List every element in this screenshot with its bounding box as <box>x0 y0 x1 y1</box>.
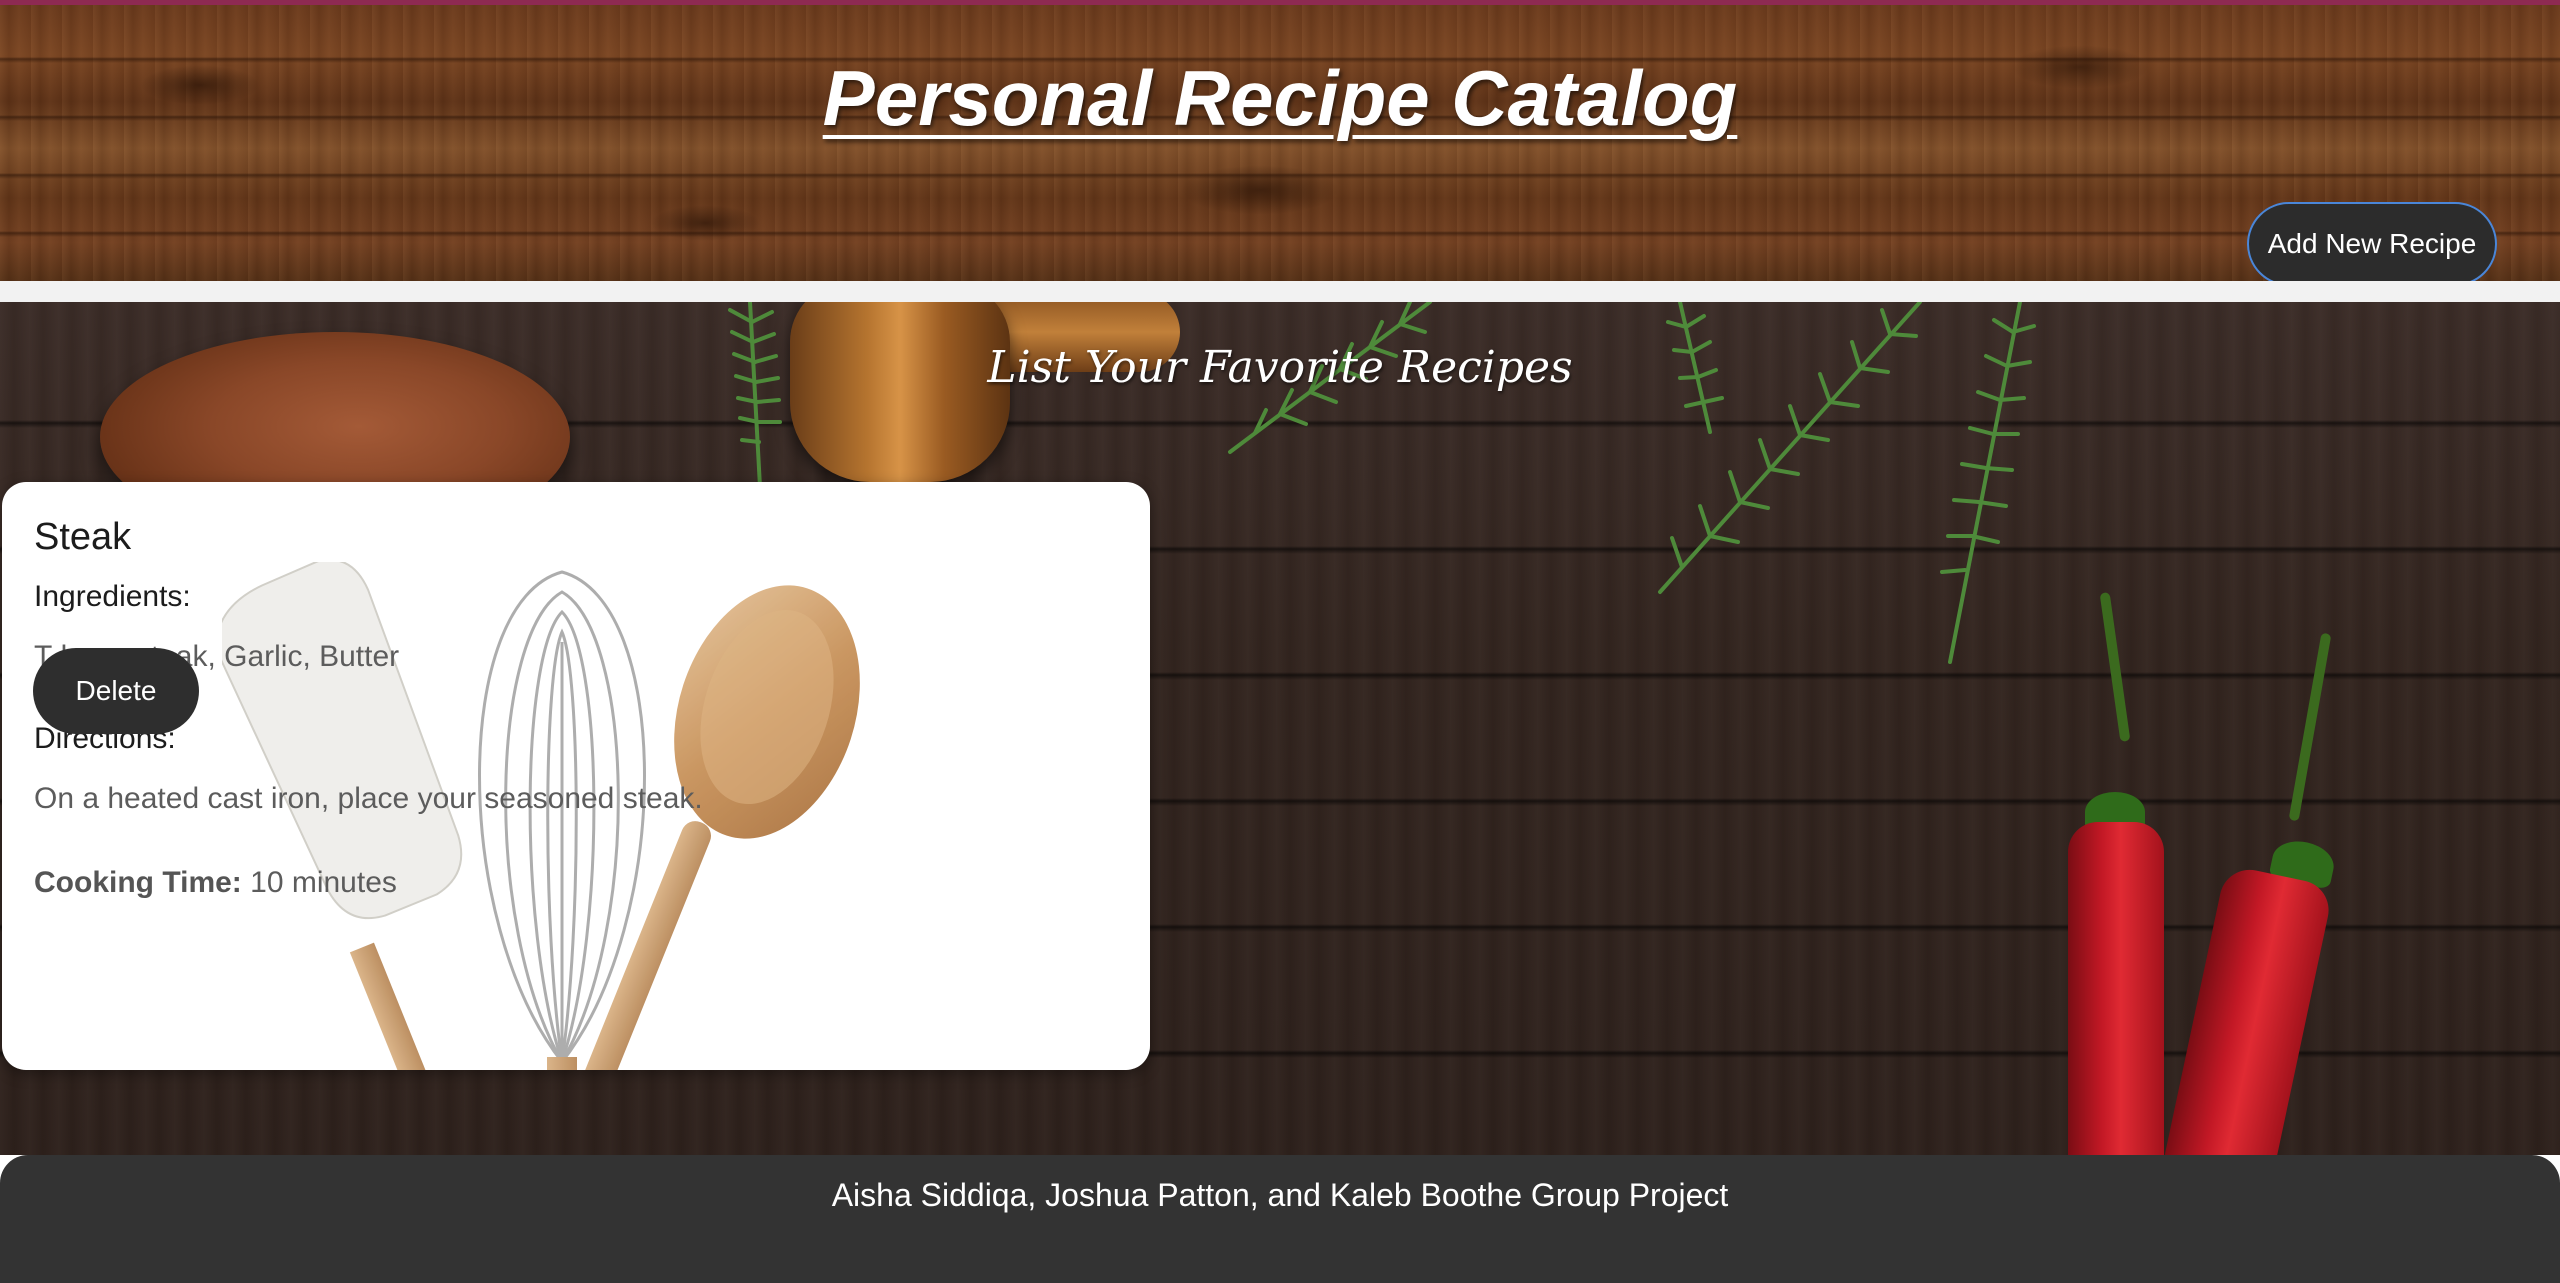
pepper-stem-decoration <box>2288 632 2332 822</box>
add-new-recipe-button[interactable]: Add New Recipe <box>2247 202 2497 281</box>
recipe-card: Steak Ingredients: T-bone steak, Garlic,… <box>2 482 1150 1070</box>
wood-knot <box>650 205 760 241</box>
rosemary-icon <box>728 302 782 489</box>
header-divider <box>0 281 2560 302</box>
spatula-icon <box>222 562 463 1070</box>
recipe-list-section: List Your Favorite Recipes Steak Ingredi… <box>0 302 2560 1155</box>
cooking-time-label: Cooking Time: <box>34 866 242 899</box>
page-title: Personal Recipe Catalog <box>822 54 1738 142</box>
cooking-time: Cooking Time: 10 minutes <box>34 866 397 900</box>
delete-recipe-button[interactable]: Delete <box>33 648 199 734</box>
wood-knot <box>1180 165 1340 215</box>
whisk-handle-decoration <box>547 1057 577 1070</box>
header-banner: Personal Recipe Catalog Add New Recipe <box>0 5 2560 281</box>
cooking-time-value: 10 minutes <box>250 866 397 899</box>
section-subtitle: List Your Favorite Recipes <box>987 342 1573 393</box>
footer-credits: Aisha Siddiqa, Joshua Patton, and Kaleb … <box>831 1177 1729 1213</box>
recipe-name: Steak <box>34 516 132 558</box>
directions-value: On a heated cast iron, place your season… <box>34 782 703 815</box>
chili-pepper-decoration <box>2155 864 2335 1155</box>
chili-pepper-decoration <box>2068 822 2164 1155</box>
ingredients-label: Ingredients: <box>34 580 191 613</box>
pepper-stem-decoration <box>2099 592 2131 742</box>
footer: Aisha Siddiqa, Joshua Patton, and Kaleb … <box>0 1155 2560 1283</box>
kitchen-utensils-icon <box>222 562 860 1070</box>
wooden-spoon-icon <box>582 585 860 1070</box>
